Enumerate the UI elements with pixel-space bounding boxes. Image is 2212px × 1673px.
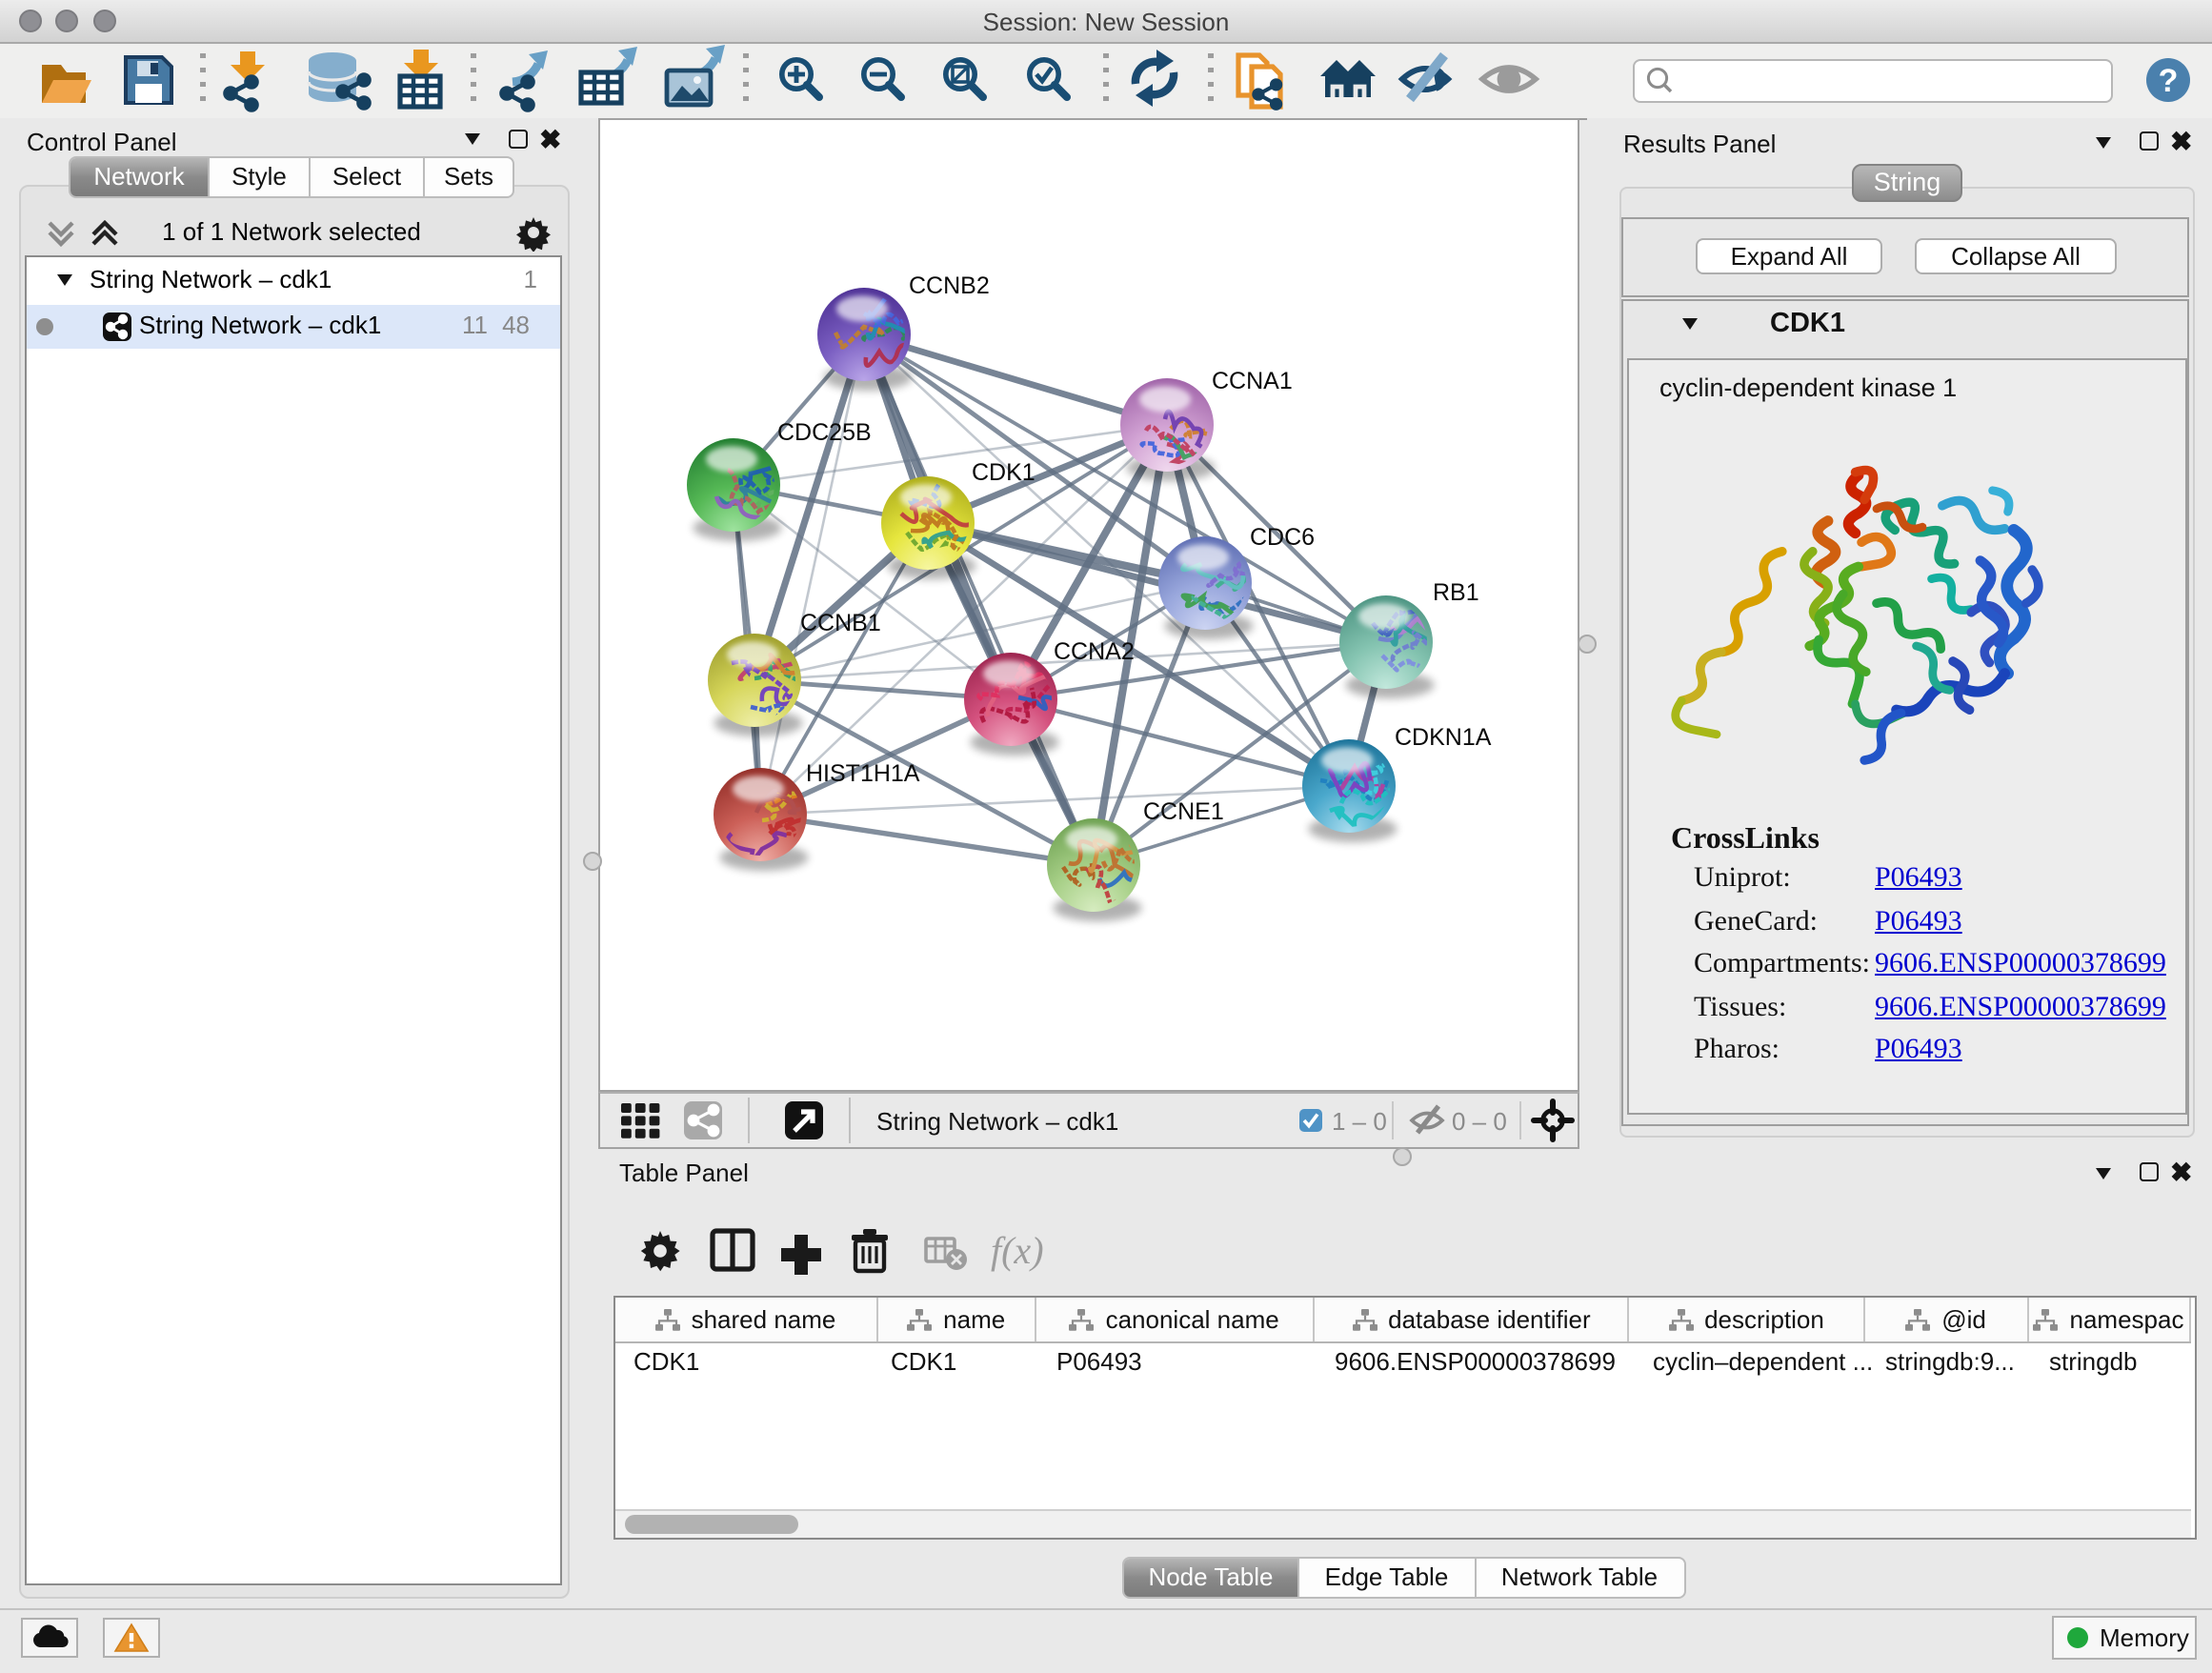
svg-text:CCNE1: CCNE1 (1143, 798, 1224, 825)
svg-text:CCNA1: CCNA1 (1212, 368, 1293, 394)
svg-text:CCNB2: CCNB2 (909, 272, 990, 299)
svg-text:CDC6: CDC6 (1250, 524, 1315, 551)
svg-text:?: ? (2159, 63, 2179, 99)
svg-text:CDKN1A: CDKN1A (1395, 724, 1492, 751)
svg-text:1 – 0: 1 – 0 (1332, 1107, 1387, 1136)
svg-text:HIST1H1A: HIST1H1A (806, 760, 920, 787)
svg-text:CDK1: CDK1 (972, 459, 1036, 486)
svg-text:RB1: RB1 (1433, 579, 1479, 606)
svg-text:CDC25B: CDC25B (777, 419, 872, 446)
svg-text:String Network – cdk1: String Network – cdk1 (876, 1107, 1118, 1136)
svg-text:CCNA2: CCNA2 (1054, 638, 1135, 665)
svg-text:f(x): f(x) (991, 1229, 1044, 1272)
svg-text:0 – 0: 0 – 0 (1452, 1107, 1507, 1136)
svg-text:CCNB1: CCNB1 (800, 610, 881, 636)
